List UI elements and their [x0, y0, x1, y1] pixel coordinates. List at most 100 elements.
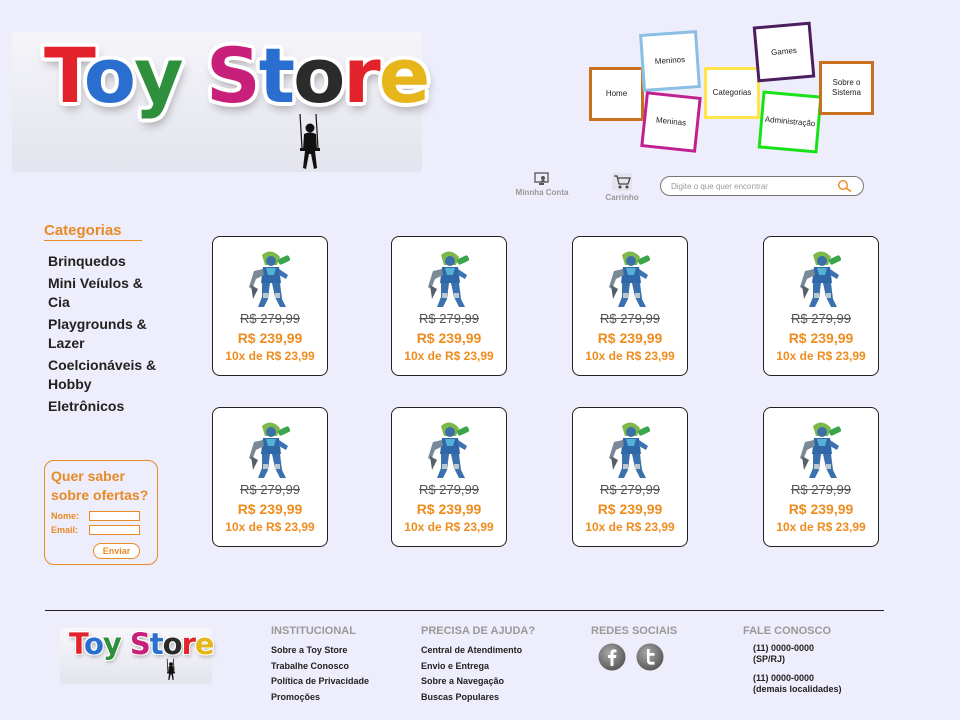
- product-installments: 10x de R$ 23,99: [585, 349, 675, 363]
- nav-home-label: Home: [605, 89, 628, 99]
- category-item-colecionaveis[interactable]: Coelcionáveis & Hobby: [48, 356, 158, 395]
- product-installments: 10x de R$ 23,99: [585, 520, 675, 534]
- footer-contato-heading: FALE CONOSCO: [743, 625, 832, 637]
- product-old-price: R$ 279,99: [240, 311, 300, 326]
- product-card[interactable]: R$ 279,99 R$ 239,99 10x de R$ 23,99: [391, 236, 507, 376]
- footer-divider: [45, 610, 884, 611]
- footer-region-1: (SP/RJ): [753, 654, 786, 664]
- offers-submit-button[interactable]: Enviar: [93, 543, 140, 559]
- logo-letter: [182, 31, 206, 120]
- nav-administracao-label: Administração: [764, 115, 816, 129]
- logo-letter: t: [258, 31, 295, 120]
- product-installments: 10x de R$ 23,99: [776, 349, 866, 363]
- product-price: R$ 239,99: [237, 330, 303, 346]
- product-card[interactable]: R$ 279,99 R$ 239,99 10x de R$ 23,99: [763, 236, 879, 376]
- nav-meninos[interactable]: Meninos: [639, 30, 701, 92]
- product-image: [248, 249, 294, 309]
- child-swing-silhouette-icon: [299, 114, 320, 169]
- product-price: R$ 239,99: [237, 501, 303, 517]
- cart-label: Carrinho: [605, 193, 639, 202]
- facebook-icon[interactable]: [598, 643, 626, 671]
- search-input[interactable]: [671, 179, 831, 193]
- product-installments: 10x de R$ 23,99: [225, 349, 315, 363]
- footer-link-privacidade[interactable]: Política de Privacidade: [271, 674, 369, 690]
- footer-phone-2: (11) 0000-0000: [753, 673, 815, 683]
- nav-categorias[interactable]: Categorias: [704, 67, 760, 119]
- logo-letter: e: [378, 31, 431, 120]
- footer-institucional: INSTITUCIONAL Sobre a Toy Store Trabalhe…: [271, 625, 369, 705]
- product-old-price: R$ 279,99: [419, 482, 479, 497]
- logo-letter: t: [149, 627, 164, 661]
- footer-link-sobre[interactable]: Sobre a Toy Store: [271, 643, 369, 659]
- footer-ajuda: PRECISA DE AJUDA? Central de Atendimento…: [421, 625, 535, 705]
- footer-link-promocoes[interactable]: Promoções: [271, 690, 369, 706]
- logo-letter: S: [129, 627, 151, 661]
- offers-email-field[interactable]: [89, 525, 140, 535]
- product-card[interactable]: R$ 279,99 R$ 239,99 10x de R$ 23,99: [763, 407, 879, 547]
- logo-letter: r: [181, 627, 196, 661]
- logo-letter: y: [102, 627, 122, 661]
- product-image: [427, 420, 473, 480]
- product-price: R$ 239,99: [788, 330, 854, 346]
- product-image: [608, 420, 654, 480]
- footer-logo[interactable]: Toy Store: [60, 627, 215, 684]
- product-old-price: R$ 279,99: [600, 311, 660, 326]
- product-image: [799, 249, 845, 309]
- category-item-mini-veiculos[interactable]: Mini Veíulos & Cia: [48, 274, 158, 313]
- product-card[interactable]: R$ 279,99 R$ 239,99 10x de R$ 23,99: [572, 407, 688, 547]
- nav-home[interactable]: Home: [589, 67, 644, 121]
- footer-link-atendimento[interactable]: Central de Atendimento: [421, 643, 535, 659]
- offers-title: Quer saber sobre ofertas?: [51, 468, 149, 503]
- offers-name-label: Nome:: [51, 511, 80, 521]
- footer-phone-other: (11) 0000-0000 (demais localidades): [753, 673, 842, 695]
- product-card[interactable]: R$ 279,99 R$ 239,99 10x de R$ 23,99: [572, 236, 688, 376]
- footer-link-envio[interactable]: Envio e Entrega: [421, 659, 535, 675]
- category-item-playgrounds[interactable]: Playgrounds & Lazer: [48, 315, 158, 354]
- product-card[interactable]: R$ 279,99 R$ 239,99 10x de R$ 23,99: [212, 236, 328, 376]
- product-image: [608, 249, 654, 309]
- offers-email-label: Email:: [51, 525, 79, 535]
- account-computer-icon: [534, 172, 549, 185]
- logo-text: Toy Store: [44, 38, 430, 114]
- footer-social: REDES SOCIAIS: [591, 625, 677, 671]
- category-item-eletronicos[interactable]: Eletrônicos: [48, 397, 158, 417]
- nav-games-label: Games: [770, 46, 798, 58]
- child-swing-silhouette-icon: [166, 658, 175, 681]
- logo-letter: y: [133, 31, 184, 120]
- offers-name-row: Nome:: [51, 511, 140, 521]
- nav-meninos-label: Meninos: [654, 55, 686, 67]
- my-account-link[interactable]: Minnha Conta: [510, 172, 574, 197]
- offers-signup-box: Quer saber sobre ofertas? Nome: Email: E…: [44, 460, 158, 565]
- product-card[interactable]: R$ 279,99 R$ 239,99 10x de R$ 23,99: [391, 407, 507, 547]
- footer-institucional-heading: INSTITUCIONAL: [271, 625, 356, 637]
- logo-letter: r: [343, 31, 381, 120]
- product-old-price: R$ 279,99: [791, 311, 851, 326]
- product-image: [427, 249, 473, 309]
- footer-link-buscas[interactable]: Buscas Populares: [421, 690, 535, 706]
- category-list: Brinquedos Mini Veíulos & Cia Playground…: [48, 252, 158, 418]
- nav-sobre-sistema[interactable]: Sobre o Sistema: [819, 61, 874, 115]
- product-card[interactable]: R$ 279,99 R$ 239,99 10x de R$ 23,99: [212, 407, 328, 547]
- logo-letter: T: [69, 627, 85, 661]
- footer-link-navegacao[interactable]: Sobre a Navegação: [421, 674, 535, 690]
- product-installments: 10x de R$ 23,99: [404, 349, 494, 363]
- product-price: R$ 239,99: [597, 501, 663, 517]
- logo[interactable]: Toy Store: [12, 32, 430, 172]
- footer-link-trabalhe[interactable]: Trabalhe Conosco: [271, 659, 369, 675]
- product-image: [248, 420, 294, 480]
- categories-title: Categorias: [44, 222, 142, 241]
- search-icon[interactable]: [837, 179, 853, 193]
- logo-letter: [121, 627, 130, 661]
- nav-meninas[interactable]: Meninas: [640, 91, 702, 153]
- nav-games[interactable]: Games: [752, 21, 816, 83]
- nav-administracao[interactable]: Administração: [757, 90, 823, 154]
- footer-social-heading: REDES SOCIAIS: [591, 625, 678, 637]
- category-item-brinquedos[interactable]: Brinquedos: [48, 252, 158, 272]
- product-price: R$ 239,99: [597, 330, 663, 346]
- cart-link[interactable]: Carrinho: [598, 172, 646, 202]
- offers-name-field[interactable]: [89, 511, 140, 521]
- product-installments: 10x de R$ 23,99: [404, 520, 494, 534]
- product-price: R$ 239,99: [788, 501, 854, 517]
- footer-contato: FALE CONOSCO (11) 0000-0000 (SP/RJ) (11)…: [743, 625, 842, 703]
- twitter-icon[interactable]: [636, 643, 664, 671]
